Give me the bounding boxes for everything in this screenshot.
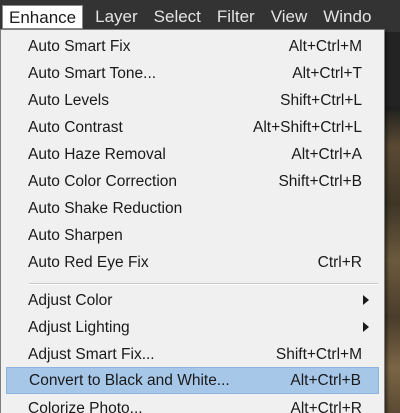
menu-item-shortcut: Alt+Ctrl+A xyxy=(291,145,362,163)
menu-item-auto-contrast[interactable]: Auto Contrast Alt+Shift+Ctrl+L xyxy=(6,114,379,141)
menu-item-label: Auto Smart Tone... xyxy=(28,64,157,82)
menu-item-shortcut: Alt+Ctrl+R xyxy=(290,399,363,413)
menu-item-shortcut: Ctrl+R xyxy=(317,253,362,271)
menu-item-label: Adjust Smart Fix... xyxy=(28,345,155,363)
menu-item-label: Auto Smart Fix xyxy=(28,37,131,55)
menu-item-label: Auto Haze Removal xyxy=(28,145,166,163)
menu-item-auto-haze-removal[interactable]: Auto Haze Removal Alt+Ctrl+A xyxy=(6,141,379,168)
menu-select[interactable]: Select xyxy=(146,5,209,29)
menu-item-auto-red-eye-fix[interactable]: Auto Red Eye Fix Ctrl+R xyxy=(6,249,379,276)
submenu-arrow-icon xyxy=(363,295,369,305)
menu-filter[interactable]: Filter xyxy=(209,5,263,29)
menu-item-shortcut: Alt+Shift+Ctrl+L xyxy=(253,118,362,136)
menu-item-label: Adjust Lighting xyxy=(28,318,130,336)
menu-separator xyxy=(29,283,378,285)
menu-item-shortcut: Alt+Ctrl+B xyxy=(290,371,361,389)
menu-item-label: Auto Contrast xyxy=(28,118,123,136)
menu-item-label: Colorize Photo... xyxy=(28,399,143,413)
panel-strip xyxy=(385,32,400,106)
menu-item-label: Auto Sharpen xyxy=(28,226,123,244)
menu-item-shortcut: Shift+Ctrl+L xyxy=(280,91,362,109)
menu-item-adjust-lighting[interactable]: Adjust Lighting xyxy=(6,314,379,341)
menu-layer[interactable]: Layer xyxy=(87,5,146,29)
menu-item-convert-to-black-and-white[interactable]: Convert to Black and White... Alt+Ctrl+B xyxy=(6,367,379,394)
photo-canvas-edge xyxy=(385,32,400,413)
menu-enhance[interactable]: Enhance xyxy=(2,4,84,29)
menu-item-auto-shake-reduction[interactable]: Auto Shake Reduction xyxy=(6,195,379,222)
menu-item-shortcut: Alt+Ctrl+M xyxy=(288,37,362,55)
menu-item-label: Auto Color Correction xyxy=(28,172,178,190)
menu-item-shortcut: Shift+Ctrl+B xyxy=(278,172,362,190)
submenu-arrow-icon xyxy=(363,322,369,332)
menu-item-label: Convert to Black and White... xyxy=(29,371,230,389)
menu-item-label: Auto Levels xyxy=(28,91,109,109)
menu-item-label: Adjust Color xyxy=(28,291,113,309)
menu-window[interactable]: Windo xyxy=(315,5,379,29)
menu-item-adjust-smart-fix[interactable]: Adjust Smart Fix... Shift+Ctrl+M xyxy=(6,341,379,368)
menu-item-adjust-color[interactable]: Adjust Color xyxy=(6,287,379,314)
menu-item-auto-smart-tone[interactable]: Auto Smart Tone... Alt+Ctrl+T xyxy=(6,60,379,87)
menu-item-shortcut: Alt+Ctrl+T xyxy=(292,64,362,82)
menu-item-auto-levels[interactable]: Auto Levels Shift+Ctrl+L xyxy=(6,87,379,114)
menu-item-shortcut: Shift+Ctrl+M xyxy=(275,345,362,363)
menu-item-auto-smart-fix[interactable]: Auto Smart Fix Alt+Ctrl+M xyxy=(6,33,379,60)
menu-item-label: Auto Shake Reduction xyxy=(28,199,183,217)
menu-item-auto-color-correction[interactable]: Auto Color Correction Shift+Ctrl+B xyxy=(6,168,379,195)
menu-bar: Enhance Layer Select Filter View Windo xyxy=(0,0,400,32)
menu-item-auto-sharpen[interactable]: Auto Sharpen xyxy=(6,222,379,249)
menu-view[interactable]: View xyxy=(263,5,316,29)
menu-item-colorize-photo[interactable]: Colorize Photo... Alt+Ctrl+R xyxy=(6,395,379,413)
app-window: Enhance Layer Select Filter View Windo A… xyxy=(0,0,400,413)
enhance-dropdown-menu: Auto Smart Fix Alt+Ctrl+M Auto Smart Ton… xyxy=(0,29,385,413)
menu-item-label: Auto Red Eye Fix xyxy=(28,253,149,271)
